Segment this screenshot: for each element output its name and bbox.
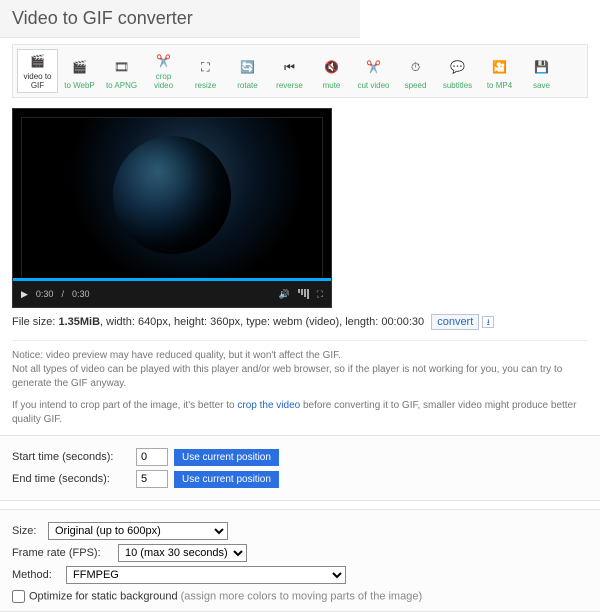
toolbar-crop-video[interactable]: ✂️ crop video — [143, 49, 184, 93]
start-time-input[interactable] — [136, 448, 168, 466]
toolbar-label: resize — [195, 81, 216, 90]
toolbar-label: reverse — [276, 81, 303, 90]
toolbar-label: to MP4 — [487, 81, 512, 90]
play-icon[interactable]: ▶ — [21, 289, 28, 300]
toolbar-rotate[interactable]: 🔄 rotate — [227, 49, 268, 93]
volume-icon[interactable]: 🔊 — [278, 289, 289, 300]
toolbar-label: subtitles — [443, 81, 472, 90]
to-apng-icon: 🎞 — [110, 55, 134, 79]
end-time-input[interactable] — [136, 470, 168, 488]
toolbar-label: mute — [323, 81, 341, 90]
video-player[interactable]: ▶ 0:30 / 0:30 🔊 ⛶ — [12, 108, 332, 308]
notice-block: Notice: video preview may have reduced q… — [12, 340, 588, 427]
toolbar-label: cut video — [357, 81, 389, 90]
file-info: File size: 1.35MiB, width: 640px, height… — [12, 314, 588, 330]
toolbar-to-webp[interactable]: 🎬 to WebP — [59, 49, 100, 93]
size-select[interactable]: Original (up to 600px) — [48, 522, 228, 540]
speed-icon: ⏱ — [404, 55, 428, 79]
crop-video-icon: ✂️ — [152, 52, 176, 70]
toolbar-label: speed — [405, 81, 427, 90]
player-controls: ▶ 0:30 / 0:30 🔊 ⛶ — [13, 281, 331, 307]
earth-graphic — [113, 136, 231, 254]
use-position-end-button[interactable]: Use current position — [174, 471, 279, 488]
time-duration: 0:30 — [72, 289, 90, 299]
toolbar-label: save — [533, 81, 550, 90]
time-current: 0:30 — [36, 289, 54, 299]
toolbar-video-to-gif[interactable]: 🎬 video to GIF — [17, 49, 58, 93]
volume-bars[interactable] — [298, 289, 309, 299]
options-panel: Size: Original (up to 600px) Frame rate … — [0, 509, 600, 612]
toolbar-to-mp4[interactable]: 🎦 to MP4 — [479, 49, 520, 93]
to-mp4-icon: 🎦 — [488, 55, 512, 79]
toolbar-cut-video[interactable]: ✂️ cut video — [353, 49, 394, 93]
download-icon[interactable]: ⭳ — [482, 316, 494, 328]
toolbar-label: video to GIF — [23, 72, 51, 90]
toolbar-label: to APNG — [106, 81, 137, 90]
notice-2: If you intend to crop part of the image,… — [12, 399, 588, 427]
method-label: Method: — [12, 569, 60, 581]
toolbar-reverse[interactable]: ⏮ reverse — [269, 49, 310, 93]
crop-video-link[interactable]: crop the video — [237, 400, 300, 411]
rotate-icon: 🔄 — [236, 55, 260, 79]
toolbar-save[interactable]: 💾 save — [521, 49, 562, 93]
fps-select[interactable]: 10 (max 30 seconds) — [118, 544, 247, 562]
size-label: Size: — [12, 525, 42, 537]
video-to-gif-icon: 🎬 — [26, 52, 50, 70]
fullscreen-icon[interactable]: ⛶ — [317, 289, 323, 300]
method-select[interactable]: FFMPEG — [66, 566, 346, 584]
toolbar-label: rotate — [237, 81, 257, 90]
toolbar-speed[interactable]: ⏱ speed — [395, 49, 436, 93]
file-size: 1.35MiB — [58, 316, 100, 328]
video-frame — [21, 117, 323, 279]
optimize-hint: (assign more colors to moving parts of t… — [181, 590, 423, 602]
toolbar-resize[interactable]: ⛶ resize — [185, 49, 226, 93]
page-title: Video to GIF converter — [0, 0, 360, 38]
mute-icon: 🔇 — [320, 55, 344, 79]
time-panel: Start time (seconds): Use current positi… — [0, 435, 600, 501]
toolbar-label: crop video — [146, 72, 181, 90]
start-time-label: Start time (seconds): — [12, 451, 130, 463]
save-icon: 💾 — [530, 55, 554, 79]
optimize-label: Optimize for static background — [29, 590, 181, 602]
toolbar: 🎬 video to GIF 🎬 to WebP 🎞 to APNG ✂️ crop vide… — [12, 44, 588, 98]
cut-video-icon: ✂️ — [362, 55, 386, 79]
notice-1: Notice: video preview may have reduced q… — [12, 349, 588, 391]
resize-icon: ⛶ — [194, 55, 218, 79]
reverse-icon: ⏮ — [278, 55, 302, 79]
to-webp-icon: 🎬 — [68, 55, 92, 79]
fps-label: Frame rate (FPS): — [12, 547, 112, 559]
toolbar-label: to WebP — [64, 81, 95, 90]
toolbar-mute[interactable]: 🔇 mute — [311, 49, 352, 93]
convert-button[interactable]: convert — [431, 314, 479, 330]
use-position-start-button[interactable]: Use current position — [174, 449, 279, 466]
toolbar-to-apng[interactable]: 🎞 to APNG — [101, 49, 142, 93]
subtitles-icon: 💬 — [446, 55, 470, 79]
end-time-label: End time (seconds): — [12, 473, 130, 485]
toolbar-subtitles[interactable]: 💬 subtitles — [437, 49, 478, 93]
optimize-checkbox[interactable] — [12, 590, 25, 603]
